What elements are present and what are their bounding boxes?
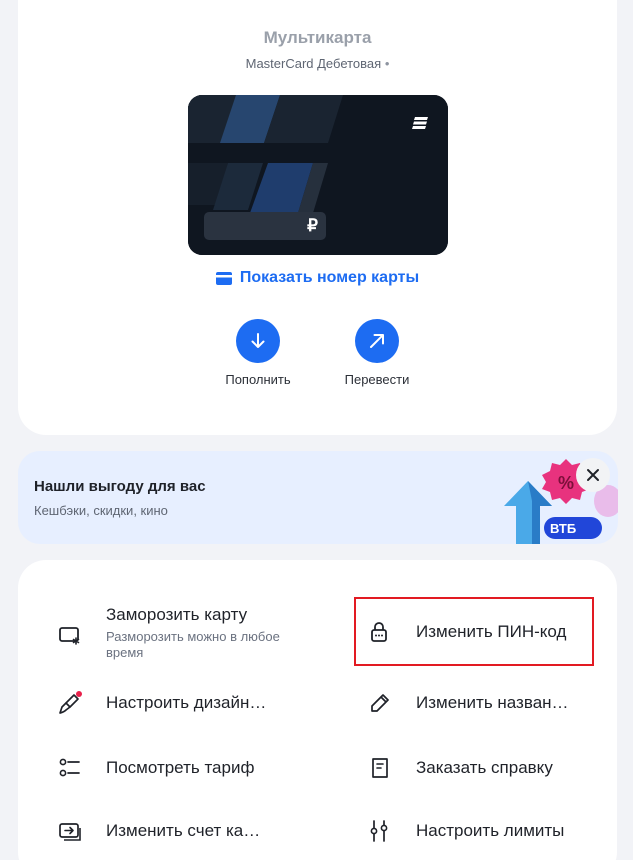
menu-item-change-account[interactable]: Изменить счет ка… <box>58 819 308 849</box>
menu-item-change-account-title: Изменить счет ка… <box>106 821 261 840</box>
promo-percent-text: % <box>558 473 574 493</box>
menu-item-rename[interactable]: Изменить назван… <box>368 691 598 721</box>
menu-item-tariff[interactable]: Посмотреть тариф <box>58 756 308 786</box>
pencil-icon <box>371 694 389 712</box>
close-promo-button[interactable] <box>576 458 610 492</box>
currency-symbol: ₽ <box>307 216 318 235</box>
card-actions-menu: Заморозить карту Разморозить можно в люб… <box>18 560 617 860</box>
arrow-up-right-icon <box>355 319 399 363</box>
card-type: MasterCard Дебетовая <box>245 56 382 71</box>
promo-subtitle: Кешбэки, скидки, кино <box>34 503 168 518</box>
brush-icon <box>59 691 82 714</box>
vtb-logo-icon <box>412 117 428 129</box>
card-title: Мультикарта <box>263 28 372 47</box>
menu-item-limits[interactable]: Настроить лимиты <box>368 819 598 849</box>
menu-item-tariff-title: Посмотреть тариф <box>106 758 255 777</box>
menu-item-freeze-title: Заморозить карту <box>106 605 248 624</box>
document-icon <box>372 758 388 778</box>
card-subtitle-dot: • <box>384 56 390 71</box>
balance-hidden[interactable]: ₽ <box>204 212 326 240</box>
promo-banner[interactable]: Нашли выгоду для вас Кешбэки, скидки, ки… <box>18 451 618 544</box>
menu-item-statement[interactable]: Заказать справку <box>368 756 598 786</box>
menu-item-limits-title: Настроить лимиты <box>416 821 565 840</box>
card-panel: Мультикарта MasterCard Дебетовая • ₽ Пок… <box>18 0 617 435</box>
promo-title: Нашли выгоду для вас <box>34 478 206 495</box>
arrow-down-icon <box>236 319 280 363</box>
top-up-button[interactable]: Пополнить <box>203 319 313 387</box>
menu-item-freeze-card[interactable]: Заморозить карту Разморозить можно в люб… <box>58 605 308 684</box>
top-up-label: Пополнить <box>225 372 291 387</box>
show-card-number-label: Показать номер карты <box>239 269 420 286</box>
transfer-button[interactable]: Перевести <box>322 319 432 387</box>
account-transfer-icon <box>59 823 81 841</box>
highlight-frame <box>354 597 594 666</box>
menu-item-rename-title: Изменить назван… <box>416 693 569 712</box>
list-icon <box>59 758 80 777</box>
card-freeze-icon <box>59 627 80 645</box>
promo-badge-text: ВТБ <box>550 521 576 536</box>
menu-item-design[interactable]: Настроить дизайн… <box>58 691 308 721</box>
bank-card-image[interactable]: ₽ <box>188 95 448 255</box>
menu-item-freeze-subtitle: Разморозить можно в любое время <box>106 629 280 660</box>
card-subtitle: MasterCard Дебетовая • <box>18 56 617 71</box>
menu-item-statement-title: Заказать справку <box>416 758 553 777</box>
card-icon <box>215 271 232 285</box>
show-card-number-link[interactable]: Показать номер карты <box>18 268 617 288</box>
sliders-icon <box>370 820 388 842</box>
transfer-label: Перевести <box>344 372 410 387</box>
close-icon <box>587 469 599 481</box>
menu-item-design-title: Настроить дизайн… <box>106 693 267 712</box>
